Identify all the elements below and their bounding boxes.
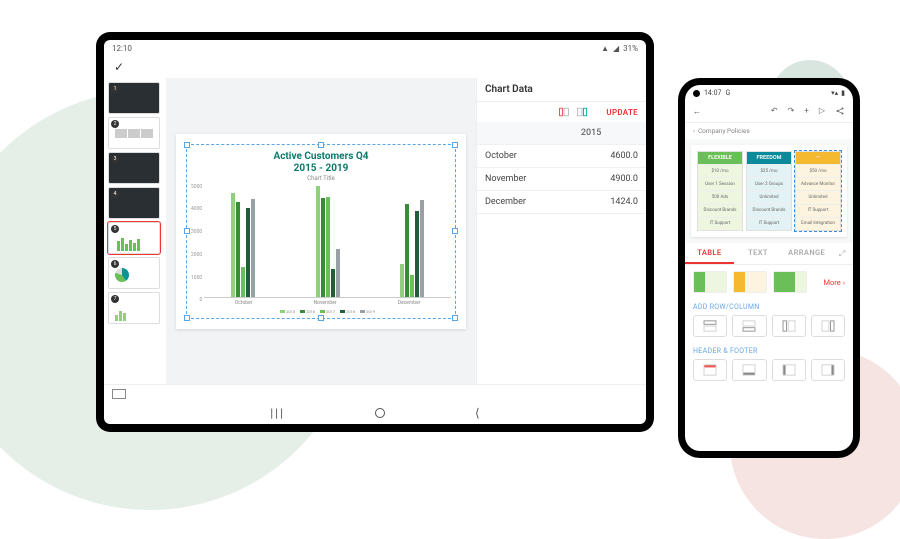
breadcrumb-doc: Company Policies [698, 127, 750, 135]
signal-icon: ◢ [613, 44, 619, 53]
year-col-header[interactable]: 2015 [573, 122, 646, 145]
thumb-7[interactable]: 7 [108, 292, 160, 324]
header-row-toggle[interactable] [693, 359, 727, 381]
chart-object[interactable]: Active Customers Q4 2015 - 2019 Chart Ti… [186, 144, 456, 319]
breadcrumb[interactable]: ‹ Company Policies [685, 123, 853, 139]
slide: Active Customers Q4 2015 - 2019 Chart Ti… [176, 134, 466, 329]
tab-table[interactable]: TABLE [685, 243, 734, 264]
add-icon[interactable]: + [804, 106, 809, 118]
resize-handle[interactable] [452, 315, 458, 321]
tablet-screen: 12:10 ▲ ◢ 31% ✓ 1 2 3 [104, 40, 646, 424]
chart-data-table[interactable]: 2015 October4600.0November4900.0December… [477, 122, 646, 214]
table-style-swatches: More › [685, 265, 853, 299]
slideshow-mode-icon[interactable] [112, 389, 126, 399]
phone-slide: FLEXIBLE$10 /moUser 1 Session500 AdsDisc… [691, 145, 847, 237]
tab-arrange[interactable]: ARRANGE [782, 243, 831, 264]
status-dot-icon [693, 90, 700, 97]
resize-handle[interactable] [452, 228, 458, 234]
table-column[interactable]: FLEXIBLE$10 /moUser 1 Session500 AdsDisc… [697, 151, 743, 231]
chart-legend: 20152016201720182019 [204, 309, 451, 314]
thumb-4[interactable]: 4 [108, 187, 160, 219]
table-column[interactable]: FREEDOM$25 /moUser 2 GroupsUnlimitedDisc… [746, 151, 792, 231]
tablet-status-bar: 12:10 ▲ ◢ 31% [104, 40, 646, 56]
resize-handle[interactable] [318, 142, 324, 148]
phone-screen: 14:07 G ▾▴ ▮ ← ↶ ↷ + ▷ ‹ Company Policie [685, 85, 853, 451]
thumb-6[interactable]: 6 [108, 257, 160, 289]
phone-toolbar: ← ↶ ↷ + ▷ [685, 101, 853, 123]
tablet-topbar: ✓ [104, 56, 646, 78]
status-time: 12:10 [112, 44, 132, 53]
table-column[interactable]: —$50 /moAdvance MonitorUnlimitedIT Suppo… [795, 151, 841, 231]
section-header-footer: HEADER & FOOTER [685, 343, 853, 357]
tab-text[interactable]: TEXT [734, 243, 783, 264]
chart-xaxis: OctoberNovemberDecember [204, 298, 451, 306]
slide-canvas[interactable]: Active Customers Q4 2015 - 2019 Chart Ti… [166, 78, 476, 384]
insert-col-left-button[interactable] [772, 315, 806, 337]
header-col-toggle[interactable] [772, 359, 806, 381]
footer-row-toggle[interactable] [732, 359, 766, 381]
resize-handle[interactable] [452, 142, 458, 148]
thumb-5[interactable]: 5 [108, 222, 160, 254]
style-swatch[interactable] [733, 271, 767, 293]
chart-plot: 500040003000200010000 OctoberNovemberDec… [191, 184, 451, 314]
back-button[interactable]: ⟨ [475, 406, 480, 420]
section-add-row-column: ADD ROW/COLUMN [685, 299, 853, 313]
data-row[interactable]: October4600.0 [477, 145, 646, 168]
phone-device: 14:07 G ▾▴ ▮ ← ↶ ↷ + ▷ ‹ Company Policie [678, 78, 860, 458]
thumb-1[interactable]: 1 [108, 82, 160, 114]
phone-slide-canvas[interactable]: FLEXIBLE$10 /moUser 1 Session500 AdsDisc… [685, 139, 853, 243]
update-button[interactable]: UPDATE [606, 108, 638, 117]
chart-subtitle: Chart Title [191, 175, 451, 182]
chart-title: Active Customers Q4 2015 - 2019 [191, 151, 451, 175]
data-row[interactable]: December1424.0 [477, 191, 646, 214]
undo-icon[interactable]: ↶ [771, 106, 778, 118]
resize-handle[interactable] [184, 315, 190, 321]
insert-col-left-icon[interactable] [558, 106, 570, 118]
battery-icon: ▮ [841, 89, 845, 97]
chart-data-panel: Chart Data UPDATE 2015 October4600.0Nove… [476, 78, 646, 384]
status-time: 14:07 [704, 89, 721, 97]
resize-handle[interactable] [184, 228, 190, 234]
back-icon[interactable]: ← [693, 107, 701, 116]
footer-col-toggle[interactable] [811, 359, 845, 381]
thumb-2[interactable]: 2 [108, 117, 160, 149]
recents-button[interactable]: ||| [270, 406, 285, 420]
data-row[interactable]: November4900.0 [477, 168, 646, 191]
breadcrumb-back-icon[interactable]: ‹ [693, 127, 695, 135]
resize-handle[interactable] [318, 315, 324, 321]
resize-handle[interactable] [184, 142, 190, 148]
header-footer-buttons [685, 357, 853, 387]
slide-thumbnails[interactable]: 1 2 3 4 5 6 7 [104, 78, 166, 384]
chart-yaxis: 500040003000200010000 [191, 184, 204, 314]
wifi-icon: ▾▴ [831, 89, 838, 97]
style-swatch[interactable] [693, 271, 727, 293]
tablet-system-nav: ||| ⟨ [104, 402, 646, 424]
insert-col-right-icon[interactable] [576, 106, 588, 118]
thumb-3[interactable]: 3 [108, 152, 160, 184]
expand-panel-icon[interactable]: ⤢ [831, 243, 853, 264]
chart-bars [204, 184, 451, 298]
status-battery: 31% [623, 44, 638, 53]
insert-col-right-button[interactable] [811, 315, 845, 337]
more-styles-link[interactable]: More › [823, 278, 845, 287]
style-swatch[interactable] [773, 271, 807, 293]
panel-title: Chart Data [485, 84, 533, 95]
play-icon[interactable]: ▷ [819, 106, 825, 118]
home-button[interactable] [375, 408, 385, 418]
status-carrier: G [725, 89, 730, 97]
wifi-icon: ▲ [601, 44, 609, 53]
format-tabs: TABLE TEXT ARRANGE ⤢ [685, 243, 853, 265]
insert-row-above-button[interactable] [693, 315, 727, 337]
tablet-device: 12:10 ▲ ◢ 31% ✓ 1 2 3 [96, 32, 654, 432]
add-row-col-buttons [685, 313, 853, 343]
share-icon[interactable] [835, 106, 845, 118]
done-check-icon[interactable]: ✓ [114, 60, 124, 74]
insert-row-below-button[interactable] [732, 315, 766, 337]
redo-icon[interactable]: ↷ [788, 106, 795, 118]
phone-status-bar: 14:07 G ▾▴ ▮ [685, 85, 853, 101]
tablet-footer [104, 384, 646, 402]
